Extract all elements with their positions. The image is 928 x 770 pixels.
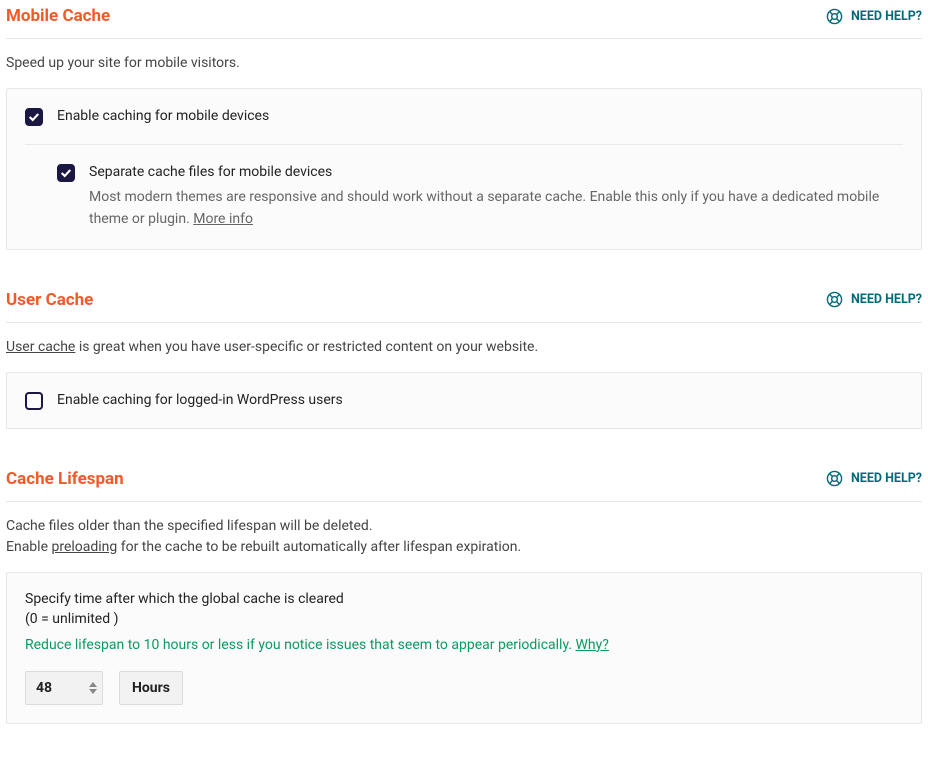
cache-lifespan-section: Cache Lifespan NEED HELP? Cache files ol… — [6, 469, 922, 724]
section-description: User cache is great when you have user-s… — [6, 323, 922, 372]
enable-user-cache-checkbox[interactable] — [25, 392, 43, 410]
enable-mobile-cache-checkbox[interactable] — [25, 108, 43, 126]
lifespan-input-row: 48 Hours — [25, 671, 903, 705]
help-icon — [826, 8, 843, 25]
section-title: Cache Lifespan — [6, 469, 124, 489]
spinner — [89, 682, 97, 694]
help-icon — [826, 291, 843, 308]
section-header: User Cache NEED HELP? — [6, 290, 922, 323]
section-description: Cache files older than the specified lif… — [6, 502, 922, 572]
separate-cache-checkbox[interactable] — [57, 164, 75, 182]
section-description: Speed up your site for mobile visitors. — [6, 39, 922, 88]
checkmark-icon — [28, 112, 40, 122]
user-cache-section: User Cache NEED HELP? User cache is grea… — [6, 290, 922, 429]
why-link[interactable]: Why? — [576, 637, 609, 653]
help-text: Most modern themes are responsive and sh… — [89, 186, 903, 231]
enable-mobile-cache-row: Enable caching for mobile devices — [25, 107, 903, 126]
user-cache-link[interactable]: User cache — [6, 339, 75, 355]
need-help-link[interactable]: NEED HELP? — [826, 8, 922, 25]
lifespan-unit[interactable]: Hours — [119, 671, 183, 705]
help-label: NEED HELP? — [851, 9, 922, 24]
need-help-link[interactable]: NEED HELP? — [826, 470, 922, 487]
lifespan-sublabel: (0 = unlimited ) — [25, 611, 903, 627]
checkbox-label: Enable caching for logged-in WordPress u… — [57, 391, 343, 408]
section-header: Cache Lifespan NEED HELP? — [6, 469, 922, 502]
section-title: User Cache — [6, 290, 93, 310]
settings-box: Enable caching for logged-in WordPress u… — [6, 372, 922, 429]
preloading-link[interactable]: preloading — [51, 539, 117, 555]
checkbox-label: Separate cache files for mobile devices — [89, 163, 903, 180]
settings-box: Enable caching for mobile devices Separa… — [6, 88, 922, 250]
checkbox-label: Enable caching for mobile devices — [57, 107, 269, 124]
divider — [25, 144, 903, 145]
enable-user-cache-row: Enable caching for logged-in WordPress u… — [25, 391, 903, 410]
more-info-link[interactable]: More info — [193, 211, 253, 227]
help-icon — [826, 470, 843, 487]
lifespan-label: Specify time after which the global cach… — [25, 591, 903, 607]
separate-cache-row: Separate cache files for mobile devices … — [57, 163, 903, 231]
section-title: Mobile Cache — [6, 6, 110, 26]
help-label: NEED HELP? — [851, 292, 922, 307]
need-help-link[interactable]: NEED HELP? — [826, 291, 922, 308]
spinner-up-icon[interactable] — [89, 682, 97, 687]
section-header: Mobile Cache NEED HELP? — [6, 6, 922, 39]
number-wrapper: 48 — [25, 671, 103, 705]
tip-text: Reduce lifespan to 10 hours or less if y… — [25, 637, 903, 653]
spinner-down-icon[interactable] — [89, 689, 97, 694]
settings-box: Specify time after which the global cach… — [6, 572, 922, 724]
help-label: NEED HELP? — [851, 471, 922, 486]
mobile-cache-section: Mobile Cache NEED HELP? Speed up your si… — [6, 6, 922, 250]
checkmark-icon — [60, 168, 72, 178]
